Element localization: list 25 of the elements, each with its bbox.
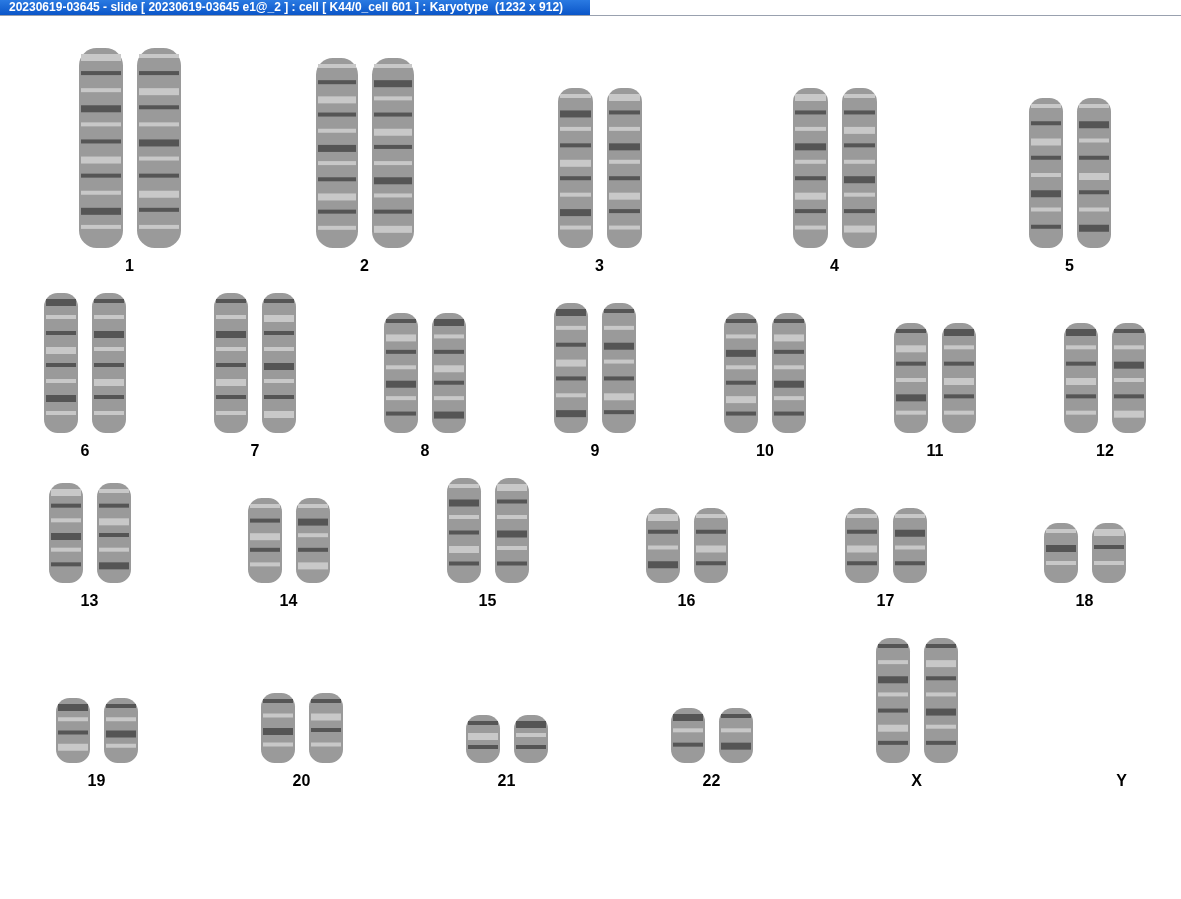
chromosome-label: 14 xyxy=(279,591,298,611)
chromosome-label: 6 xyxy=(80,441,90,461)
chromosome-label: 9 xyxy=(590,441,600,461)
chromosome-label: 17 xyxy=(876,591,895,611)
chromosome-label: 11 xyxy=(926,441,944,461)
chromosome-label: 20 xyxy=(292,771,311,791)
chromosome-label: 12 xyxy=(1096,441,1114,461)
chromosome-label: 19 xyxy=(87,771,106,791)
chromosome-label: 22 xyxy=(702,771,721,791)
window-title: 20230619-03645 - slide [ 20230619-03645 e1@_2 ] : cell [ K44/0_cell 601 ] : Karyotype (1232 x 912) xyxy=(0,0,590,15)
chromosome-label: 16 xyxy=(677,591,696,611)
chromosome-label: 10 xyxy=(756,441,774,461)
chromosome-label: 18 xyxy=(1075,591,1094,611)
chromosome-label: 13 xyxy=(80,591,99,611)
chromosome-label: 15 xyxy=(478,591,497,611)
chromosome-label: 2 xyxy=(360,256,369,276)
chromosome-label: X xyxy=(911,771,922,791)
chromosome-label: 4 xyxy=(830,256,839,276)
chromosome-label: 5 xyxy=(1065,256,1074,276)
chromosome-label: 7 xyxy=(250,441,260,461)
chromosome-label: 3 xyxy=(595,256,604,276)
chromosome-label: 1 xyxy=(125,256,134,276)
chromosome-label: 21 xyxy=(497,771,516,791)
chromosome-label: Y xyxy=(1116,771,1127,791)
chromosome-label: 8 xyxy=(420,441,430,461)
